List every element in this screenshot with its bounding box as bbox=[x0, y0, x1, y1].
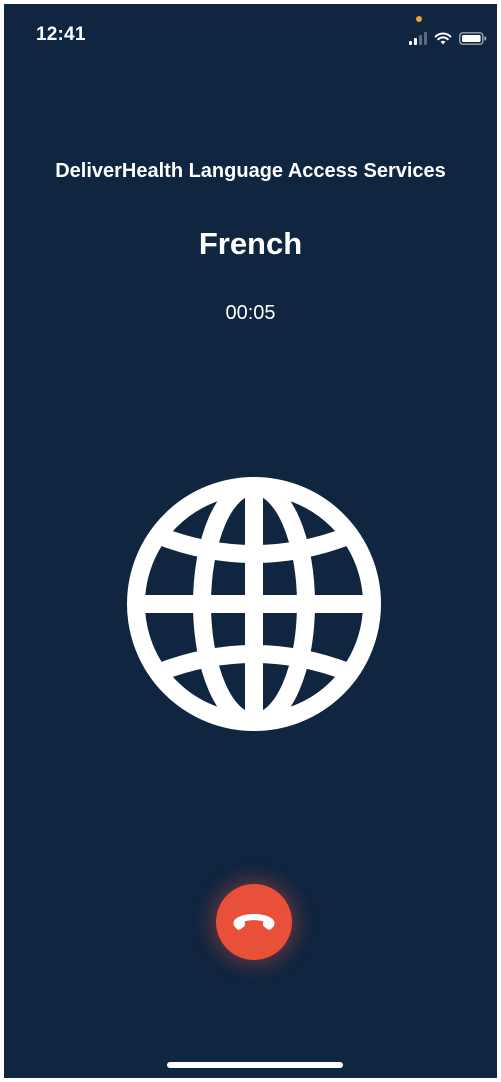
mic-indicator-dot bbox=[416, 16, 422, 22]
call-timer: 00:05 bbox=[225, 302, 276, 324]
battery-icon bbox=[459, 32, 487, 45]
end-call-button[interactable] bbox=[216, 884, 292, 960]
globe-icon bbox=[127, 477, 381, 731]
wifi-icon bbox=[434, 32, 452, 45]
home-indicator[interactable] bbox=[167, 1062, 343, 1068]
phone-hangup-icon bbox=[233, 914, 275, 930]
status-icons bbox=[409, 32, 487, 45]
organization-name: DeliverHealth Language Access Services bbox=[55, 160, 446, 182]
status-time: 12:41 bbox=[36, 24, 86, 45]
call-screen: 12:41 DeliverHealth Language Access Serv… bbox=[4, 4, 497, 1078]
cellular-signal-icon bbox=[409, 32, 427, 45]
call-language: French bbox=[198, 226, 303, 261]
